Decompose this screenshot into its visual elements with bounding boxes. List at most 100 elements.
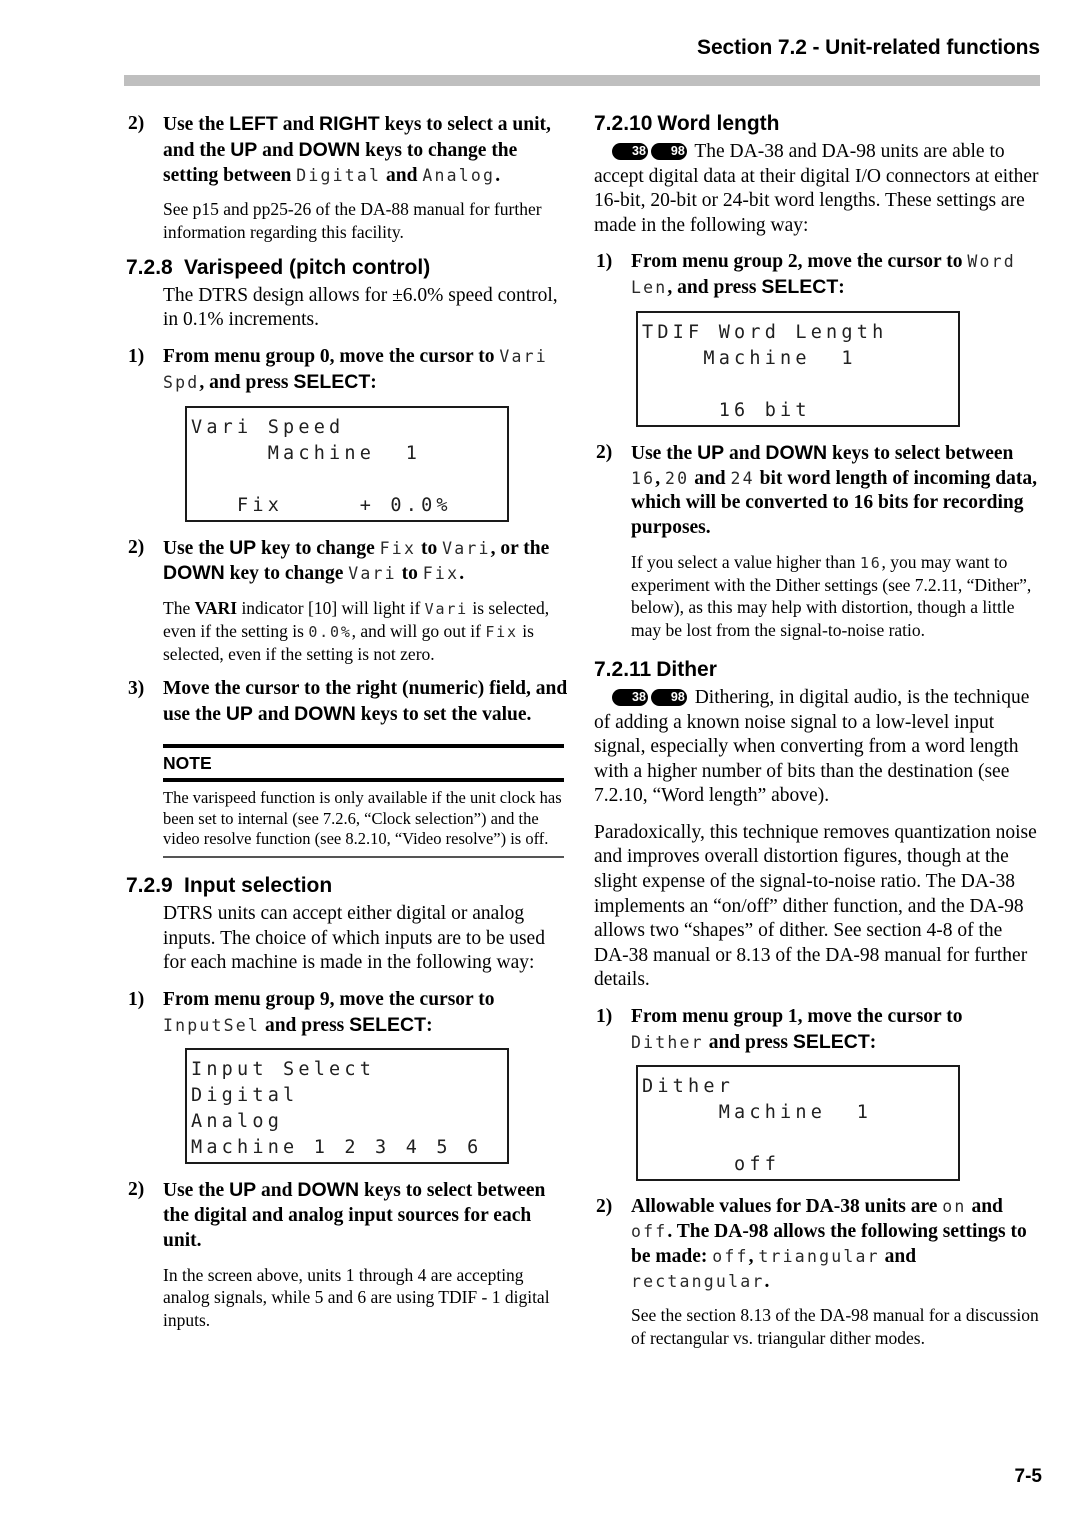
lcd-value-analog: Analog xyxy=(422,165,496,185)
lcd-value-on: on xyxy=(942,1197,967,1217)
step-text-b: and xyxy=(724,442,766,464)
step-input-selection-1: 1) From menu group 9, move the cursor to… xyxy=(126,988,572,1039)
key-up: UP xyxy=(225,703,253,726)
section-number: 7.2.8 xyxy=(126,255,173,279)
model-badge-38-icon: 38 xyxy=(612,143,648,161)
step-input-selection-2: 2) Use the UP and DOWN keys to select be… xyxy=(126,1178,572,1253)
step-marker: 1) xyxy=(596,251,613,273)
dither-modes-reference-note: See the section 8.13 of the DA-98 manual… xyxy=(631,1305,1039,1349)
note-block-varispeed: NOTE The varispeed function is only avai… xyxy=(163,743,564,859)
step-text-g: . xyxy=(495,164,501,186)
lcd-screen-line-4: 16 bit xyxy=(642,399,811,421)
step-text-b: and press xyxy=(703,1031,793,1053)
step-text-c: : xyxy=(370,371,377,393)
step-text-a: Use the xyxy=(631,442,698,464)
step-text-e: key to change xyxy=(224,563,349,585)
model-badge-98-icon: 98 xyxy=(650,143,687,161)
input-selection-intro-text: DTRS units can accept either digital or … xyxy=(163,903,545,974)
step-text-b: and xyxy=(252,704,295,726)
lcd-value-digital: Digital xyxy=(296,165,382,185)
sub-text-a: The xyxy=(163,598,195,619)
key-up: UP xyxy=(229,1179,257,1202)
lcd-screen-varispeed: Vari Speed Machine 1 Fix + 0.0% xyxy=(185,405,509,522)
section-heading-7-2-9: 7.2.9 Input selection xyxy=(126,874,572,898)
key-down: DOWN xyxy=(297,1179,360,1202)
note-middle-rule xyxy=(163,777,564,782)
sub-text-a: If you select a value higher than xyxy=(631,551,860,572)
word-length-intro-text: 38 98 The DA-38 and DA-98 units are able … xyxy=(594,140,1040,238)
lcd-screen-line-2: Machine 1 xyxy=(642,1102,873,1124)
section-number: 7.2.9 xyxy=(126,874,173,898)
lcd-screen-line-1: Input Select xyxy=(191,1059,376,1081)
lcd-screen-line-1: Vari Speed xyxy=(191,416,345,438)
key-select: SELECT xyxy=(792,1030,870,1053)
step-text-b: key to change xyxy=(256,537,380,559)
step-marker: 2) xyxy=(596,1196,613,1218)
step-text-f: to xyxy=(396,563,423,585)
sub-text-b: indicator [10] will light if xyxy=(237,598,425,619)
step-text-c: keys to select between xyxy=(827,442,1014,464)
step-dither-2: 2) Allowable values for DA-38 units are … xyxy=(594,1195,1040,1294)
step-text-d: , xyxy=(655,467,666,489)
step-text-a: Use the xyxy=(163,114,230,135)
step-text-d: , or the xyxy=(490,537,550,559)
key-up: UP xyxy=(697,441,725,464)
step-varispeed-2: 2) Use the UP key to change Fix to Vari,… xyxy=(126,536,572,588)
lcd-screen-line-3 xyxy=(642,1126,958,1152)
step-text-a: Use the xyxy=(163,1180,230,1202)
note-body-text: The varispeed function is only available… xyxy=(163,787,562,849)
step-varispeed-1: 1) From menu group 0, move the cursor to… xyxy=(126,345,572,396)
vari-indicator-label: VARI xyxy=(194,598,238,619)
section-heading-7-2-10: 7.2.10 Word length xyxy=(594,112,1040,136)
step-marker: 1) xyxy=(128,988,145,1010)
varispeed-intro-text: The DTRS design allows for ±6.0% speed c… xyxy=(163,284,558,331)
key-select: SELECT xyxy=(761,276,839,299)
step-text-c: : xyxy=(426,1014,433,1036)
lcd-value-fix: Fix xyxy=(379,538,417,558)
left-column: 2) Use the LEFT and RIGHT keys to select… xyxy=(126,112,572,1344)
step-note-da88-reference: See p15 and pp25-26 of the DA-88 manual … xyxy=(163,199,542,242)
step-text-b: and press xyxy=(260,1014,350,1036)
step-text-b: , and press xyxy=(199,371,294,393)
lcd-screen-line-1: TDIF Word Length xyxy=(642,321,888,343)
step-text-a: From menu group 1, move the cursor to xyxy=(631,1005,963,1027)
right-column: 7.2.10 Word length 38 98 The DA-38 and DA-… xyxy=(594,112,1040,1362)
step-text-d: , xyxy=(748,1245,759,1267)
page-header: Section 7.2 - Unit-related functions xyxy=(120,36,1040,60)
step-text-a: From menu group 2, move the cursor to xyxy=(631,251,968,273)
section-title: Word length xyxy=(657,112,780,135)
header-divider-bar xyxy=(124,75,1040,86)
step-text-a: From menu group 0, move the cursor to xyxy=(163,346,500,368)
key-left: LEFT xyxy=(229,113,278,135)
section-number: 7.2.11 xyxy=(594,657,652,681)
lcd-screen-input-select: Input Select Digital Analog Machine 1 2 … xyxy=(185,1048,509,1165)
key-up: UP xyxy=(229,536,257,559)
lcd-screen-line-2: Digital xyxy=(191,1085,299,1107)
step-text-c: keys to set the value. xyxy=(355,704,532,726)
step-text-a: Use the xyxy=(163,537,230,559)
lcd-value-off: off xyxy=(631,1222,668,1242)
lcd-screen-line-2: Machine 1 xyxy=(642,347,857,369)
lcd-value-20: 20 xyxy=(665,468,690,488)
key-select: SELECT xyxy=(293,370,371,393)
step-marker: 2) xyxy=(128,113,145,134)
dither-explanation-text: Paradoxically, this technique removes qu… xyxy=(594,821,1037,991)
step-marker: 2) xyxy=(128,536,145,558)
lcd-value-vari: Vari xyxy=(442,538,491,558)
manual-page: Section 7.2 - Unit-related functions 2) … xyxy=(0,0,1080,1528)
step-text-c: : xyxy=(838,277,845,299)
lcd-screen-dither: Dither Machine 1 off xyxy=(636,1065,960,1182)
key-down: DOWN xyxy=(294,703,356,726)
step-text-f: and xyxy=(381,164,423,186)
step-word-length-1: 1) From menu group 2, move the cursor to… xyxy=(594,250,1040,301)
step-text-a: Allowable values for DA-38 units are xyxy=(631,1196,943,1218)
lcd-screen-line-2: Machine 1 xyxy=(191,442,422,464)
lcd-value-zero-percent: 0.0% xyxy=(308,622,352,641)
step-varispeed-3: 3) Move the cursor to the right (numeric… xyxy=(126,677,572,728)
lcd-value-inputsel: InputSel xyxy=(163,1015,261,1035)
header-title: Section 7.2 - Unit-related functions xyxy=(697,36,1040,59)
input-selection-screen-note: In the screen above, units 1 through 4 a… xyxy=(163,1264,550,1331)
lcd-screen-line-4: Machine 1 2 3 4 5 6 xyxy=(191,1137,483,1159)
step-text-b: , and press xyxy=(667,277,762,299)
lcd-value-16: 16 xyxy=(631,468,656,488)
